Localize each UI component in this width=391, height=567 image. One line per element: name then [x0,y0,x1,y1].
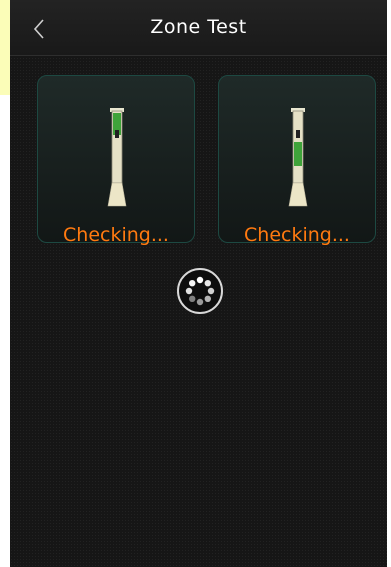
zone-status: Checking... [63,224,169,246]
loading-spinner-icon [185,276,215,306]
loading-spinner [177,268,223,314]
pipette-tube-icon [107,108,127,207]
top-bar: Zone Test [10,0,387,56]
pipette-tube-icon [288,108,308,207]
app-screen: Zone Test Checking... Checking... [10,0,387,567]
zone-card-2[interactable]: Checking... [218,75,376,246]
zone-status: Checking... [244,224,350,246]
zone-card-1[interactable]: Checking... [37,75,195,246]
page-title: Zone Test [150,16,247,38]
